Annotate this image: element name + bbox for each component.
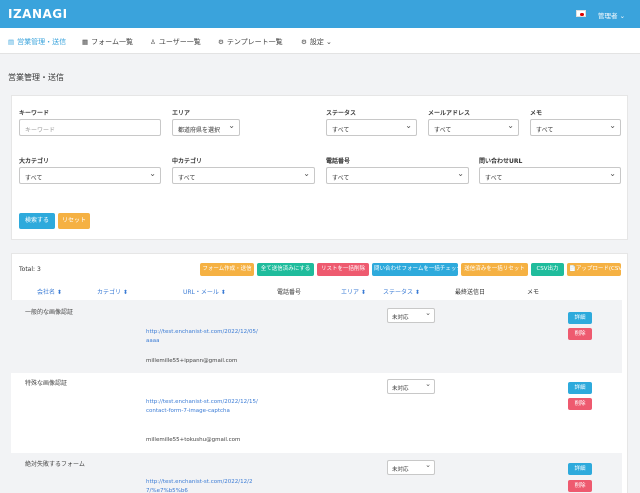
- nav-forms[interactable]: ▦ フォーム一覧: [82, 37, 133, 47]
- big-category-label: 大カテゴリ: [19, 158, 50, 165]
- col-last-sent: 最終送信日: [455, 289, 486, 296]
- area-select[interactable]: 都道府県を選択: [172, 119, 240, 136]
- col-area[interactable]: エリア ⬍: [341, 287, 366, 296]
- create-send-form-button[interactable]: フォーム作成・送信: [200, 263, 254, 276]
- col-category[interactable]: カテゴリ ⬍: [97, 287, 128, 296]
- mark-all-sent-button[interactable]: 全て送信済みにする: [257, 263, 314, 276]
- contact-url-label: 問い合わせURL: [479, 158, 523, 165]
- bulk-reset-sent-button[interactable]: 送信済みを一括リセット: [461, 263, 528, 276]
- csv-upload-button[interactable]: 📄アップロード(CSV): [567, 263, 624, 276]
- col-url[interactable]: URL・メール ⬍: [183, 287, 226, 296]
- mail-label: メールアドレス: [428, 110, 471, 117]
- detail-button[interactable]: 詳細: [568, 312, 592, 324]
- gear-icon: ⚙: [301, 38, 307, 46]
- status-select[interactable]: 未対応: [387, 379, 435, 394]
- company-name: 一般的な画像認証: [25, 309, 74, 316]
- mid-category-select[interactable]: すべて: [172, 167, 315, 184]
- search-button[interactable]: 検索する: [19, 213, 55, 229]
- memo-label: メモ: [530, 110, 543, 117]
- csv-export-button[interactable]: CSV出力: [531, 263, 564, 276]
- col-phone: 電話番号: [277, 289, 302, 296]
- col-status[interactable]: ステータス ⬍: [383, 287, 420, 296]
- status-select[interactable]: 未対応: [387, 308, 435, 323]
- email-text: millemille55+tokushu@gmail.com: [146, 437, 241, 443]
- area-label: エリア: [172, 110, 191, 117]
- delete-button[interactable]: 削除: [568, 480, 592, 492]
- form-url-link[interactable]: http://test.enchanist-st.com/2022/12/05/…: [146, 328, 258, 346]
- detail-button[interactable]: 詳細: [568, 463, 592, 475]
- email-text: millemille55+ippann@gmail.com: [146, 358, 238, 364]
- contact-url-select[interactable]: すべて: [479, 167, 621, 184]
- brand-logo[interactable]: IZANAGI: [8, 7, 68, 21]
- user-menu[interactable]: 管理者 ⌄: [598, 10, 625, 20]
- mail-select[interactable]: すべて: [428, 119, 519, 136]
- col-company[interactable]: 会社名 ⬍: [37, 287, 62, 296]
- company-name: 絶対失敗するフォーム: [25, 461, 85, 468]
- user-icon: ♙: [150, 38, 156, 46]
- nav-settings[interactable]: ⚙ 設定 ⌄: [301, 37, 332, 47]
- detail-button[interactable]: 詳細: [568, 382, 592, 394]
- table-row: 絶対失敗するフォーム http://test.enchanist-st.com/…: [11, 453, 622, 493]
- nav-sales[interactable]: ▤ 営業管理・送信: [8, 37, 66, 47]
- reset-button[interactable]: リセット: [58, 213, 90, 229]
- mid-category-label: 中カテゴリ: [172, 158, 203, 165]
- big-category-select[interactable]: すべて: [19, 167, 161, 184]
- top-bar: IZANAGI 管理者 ⌄: [0, 0, 640, 28]
- status-select[interactable]: すべて: [326, 119, 417, 136]
- form-url-link[interactable]: http://test.enchanist-st.com/2022/12/27/…: [146, 478, 258, 493]
- japan-flag-icon[interactable]: [576, 10, 586, 17]
- phone-select[interactable]: すべて: [326, 167, 469, 184]
- nav-users[interactable]: ♙ ユーザー一覧: [150, 37, 201, 47]
- total-count: Total: 3: [19, 266, 41, 273]
- delete-button[interactable]: 削除: [568, 398, 592, 410]
- phone-label: 電話番号: [326, 158, 351, 165]
- list-icon: ▤: [8, 38, 15, 46]
- keyword-label: キーワード: [19, 110, 50, 117]
- form-url-link[interactable]: http://test.enchanist-st.com/2022/12/15/…: [146, 398, 258, 416]
- table-row: 特殊な画像認証 http://test.enchanist-st.com/202…: [11, 373, 622, 453]
- table-row: 一般的な画像認証 http://test.enchanist-st.com/20…: [11, 300, 622, 373]
- nav-templates[interactable]: ⚙ テンプレート一覧: [218, 37, 283, 47]
- memo-select[interactable]: すべて: [530, 119, 621, 136]
- company-name: 特殊な画像認証: [25, 380, 68, 387]
- status-label: ステータス: [326, 110, 357, 117]
- bulk-check-forms-button[interactable]: 問い合わせフォームを一括チェック: [372, 263, 462, 276]
- delete-button[interactable]: 削除: [568, 328, 592, 340]
- gear-icon: ⚙: [218, 38, 224, 46]
- grid-icon: ▦: [82, 38, 89, 46]
- main-nav: ▤ 営業管理・送信 ▦ フォーム一覧 ♙ ユーザー一覧 ⚙ テンプレート一覧 ⚙ 設定 ⌄: [0, 28, 640, 54]
- status-select[interactable]: 未対応: [387, 460, 435, 475]
- col-memo: メモ: [527, 289, 540, 296]
- keyword-input[interactable]: キーワード: [19, 119, 161, 136]
- page-title: 営業管理・送信: [8, 73, 64, 82]
- bulk-delete-button[interactable]: リストを一括削除: [317, 263, 369, 276]
